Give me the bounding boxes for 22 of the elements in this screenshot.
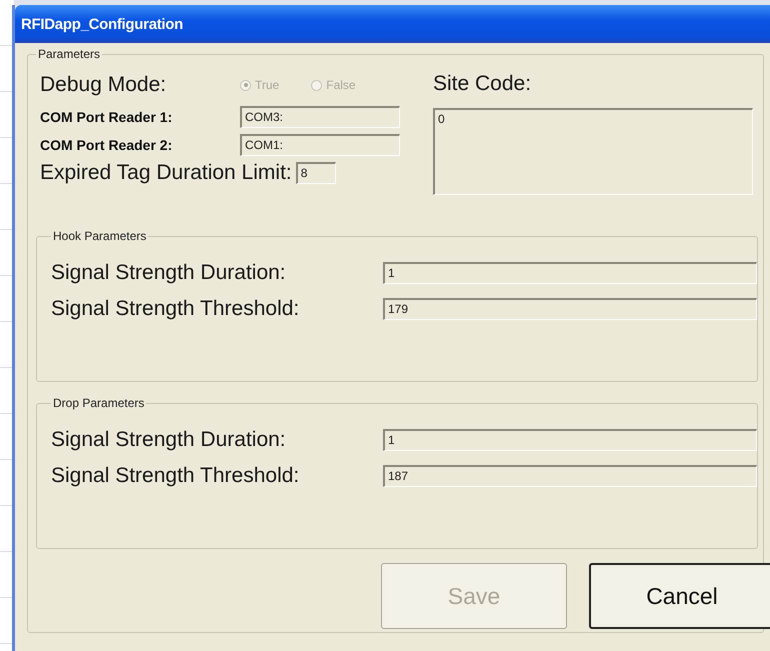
input-field[interactable]: 1 — [383, 429, 757, 451]
field-label: COM Port Reader 1: — [40, 109, 174, 125]
group-label: Drop Parameters — [52, 396, 146, 410]
input-field[interactable]: 1 — [383, 262, 757, 284]
group-label: Hook Parameters — [52, 229, 148, 243]
dialog-button[interactable]: Cancel — [589, 563, 770, 629]
input-field[interactable]: 187 — [383, 465, 757, 487]
field-label: Signal Strength Threshold: — [51, 464, 300, 488]
field-label: Signal Strength Duration: — [51, 261, 287, 285]
input-field[interactable]: COM3: — [240, 106, 400, 128]
group-label: Parameters — [37, 47, 102, 61]
field-label: Signal Strength Duration: — [51, 428, 287, 452]
field-label: Signal Strength Threshold: — [51, 297, 300, 321]
input-field[interactable]: 179 — [383, 298, 757, 320]
window-title: RFIDapp_Configuration — [21, 16, 184, 32]
site-code-label: Site Code: — [433, 72, 532, 96]
input-field[interactable]: COM1: — [240, 134, 400, 156]
debug-mode-label: Debug Mode: — [40, 73, 168, 97]
field-label: Expired Tag Duration Limit: — [40, 161, 292, 185]
input-field[interactable]: 8 — [296, 162, 336, 184]
input-field[interactable]: 0 — [433, 108, 753, 195]
field-label: COM Port Reader 2: — [40, 137, 174, 153]
